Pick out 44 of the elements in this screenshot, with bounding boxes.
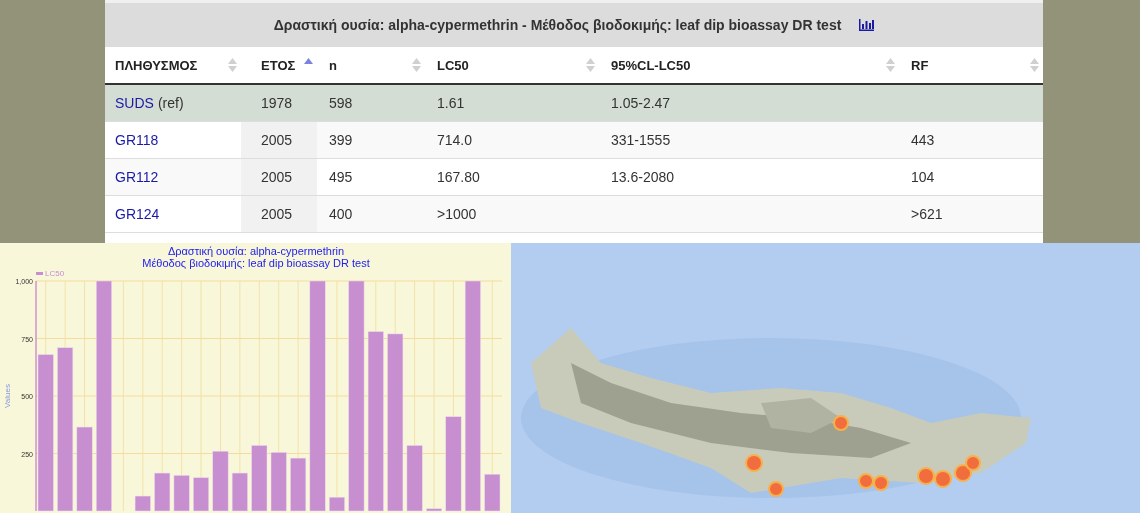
sort-icon[interactable] (886, 58, 895, 72)
table-cell: 598 (317, 85, 425, 122)
reference-note: (ref) (157, 95, 184, 111)
population-link[interactable]: GR124 (115, 206, 160, 222)
bar (329, 496, 345, 512)
population-link[interactable]: GR112 (115, 169, 159, 185)
sort-icon[interactable] (228, 58, 237, 72)
table-cell: 714.0 (425, 122, 599, 159)
bar (154, 472, 171, 512)
bar-chart-icon[interactable] (859, 19, 875, 31)
bar (193, 477, 209, 512)
bar (134, 495, 151, 512)
table-cell: 1.61 (425, 85, 599, 122)
population-link[interactable]: GR118 (115, 132, 159, 148)
table-cell: 2005 (241, 122, 317, 159)
table-cell: 331-1555 (599, 122, 899, 159)
bar (484, 473, 501, 512)
bar (231, 472, 248, 512)
table-cell: 2005 (241, 196, 317, 233)
table-cell: 399 (317, 122, 425, 159)
table-cell: 2005 (241, 159, 317, 196)
bar (270, 452, 287, 512)
chart-title: Δραστική ουσία: alpha-cypermethrin (167, 245, 345, 257)
bar (251, 445, 268, 512)
bar (290, 457, 307, 512)
legend-item: LC50 (36, 269, 65, 278)
sort-icon[interactable] (1030, 58, 1039, 72)
table-cell: 1978 (241, 85, 317, 122)
legend-label: LC50 (45, 269, 65, 278)
table-cell: 1.05-2.47 (599, 85, 899, 122)
y-axis-label: Values (3, 384, 12, 408)
table-cell: >621 (899, 196, 1043, 233)
sort-icon[interactable] (412, 58, 421, 72)
table-cell: >1000 (425, 196, 599, 233)
bar (426, 508, 442, 512)
sort-icon[interactable] (586, 58, 595, 72)
population-link[interactable]: SUDS (115, 95, 154, 111)
chart-title: Μέθοδος βιοδοκιμής: leaf dip bioassay DR test (142, 257, 370, 269)
table-title: Δραστική ουσία: alpha-cypermethrin - Μέθοδος βιοδοκιμής: leaf dip bioassay DR test (273, 17, 842, 33)
bar (212, 450, 229, 512)
table-cell: 400 (317, 196, 425, 233)
table-cell: 443 (899, 122, 1043, 159)
bar (406, 445, 423, 512)
bar (173, 475, 190, 512)
